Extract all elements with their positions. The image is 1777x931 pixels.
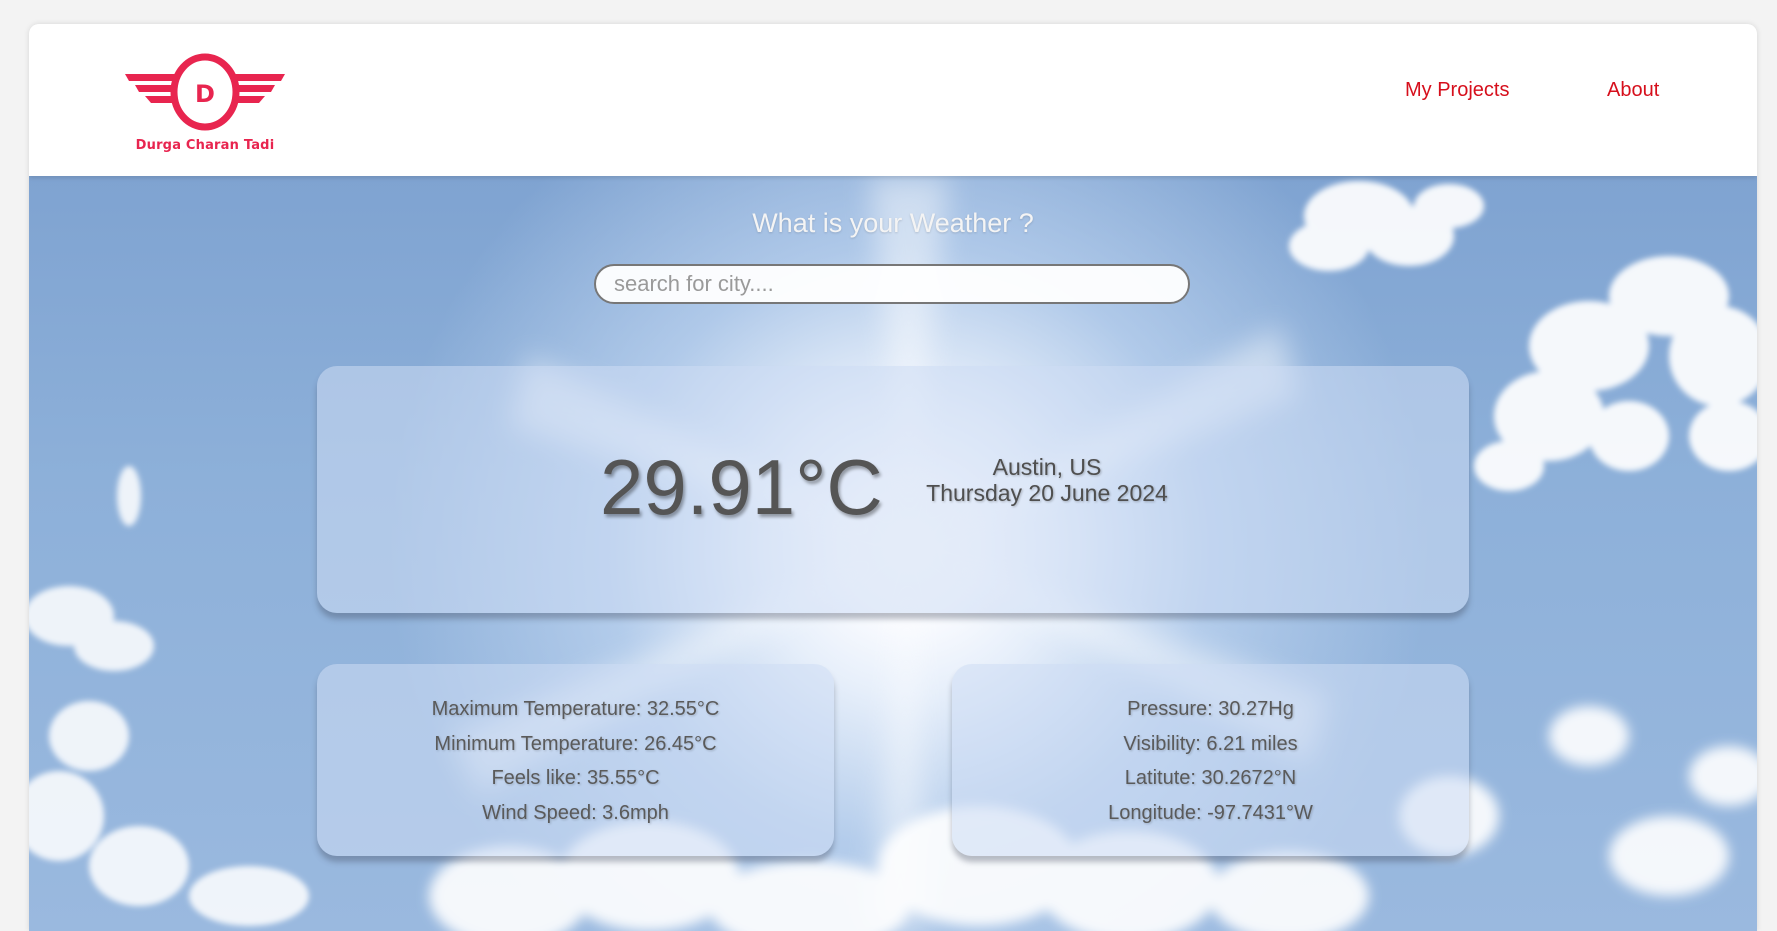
location-label: Austin, US bbox=[992, 454, 1102, 480]
latitude: Latitute: 30.2672°N bbox=[1124, 767, 1297, 789]
brand-logo[interactable]: D Durga Charan Tadi bbox=[125, 52, 285, 162]
feels-like: Feels like: 35.55°C bbox=[491, 767, 660, 789]
min-temperature: Minimum Temperature: 26.45°C bbox=[434, 732, 717, 755]
current-temperature: 29.91°C bbox=[600, 443, 883, 531]
svg-text:D: D bbox=[195, 80, 215, 108]
max-temperature: Maximum Temperature: 32.55°C bbox=[431, 698, 720, 720]
wind-speed: Wind Speed: 3.6mph bbox=[482, 801, 669, 824]
weather-section: What is your Weather ? 29.91°C Austin, U… bbox=[29, 176, 1757, 931]
nav-about-link[interactable]: About bbox=[1607, 79, 1659, 102]
page-frame: D Durga Charan Tadi My Projects About Wh… bbox=[29, 24, 1757, 931]
date-label: Thursday 20 June 2024 bbox=[926, 480, 1168, 506]
visibility: Visibility: 6.21 miles bbox=[1123, 732, 1298, 755]
location-details-list: Pressure: 30.27Hg Visibility: 6.21 miles… bbox=[952, 692, 1469, 830]
temperature-details-card: Maximum Temperature: 32.55°C Minimum Tem… bbox=[317, 664, 834, 856]
navbar: D Durga Charan Tadi My Projects About bbox=[29, 24, 1757, 176]
current-weather-card: 29.91°C Austin, US Thursday 20 June 2024 bbox=[317, 366, 1469, 613]
brand-name: Durga Charan Tadi bbox=[135, 138, 275, 153]
temperature-details-list: Maximum Temperature: 32.55°C Minimum Tem… bbox=[317, 692, 834, 830]
location-details-card: Pressure: 30.27Hg Visibility: 6.21 miles… bbox=[952, 664, 1469, 856]
weather-heading: What is your Weather ? bbox=[752, 208, 1034, 238]
wings-logo-icon: D bbox=[125, 53, 285, 131]
longitude: Longitude: -97.7431°W bbox=[1108, 801, 1313, 824]
location-date-block: Austin, US Thursday 20 June 2024 bbox=[917, 454, 1177, 506]
city-search-input[interactable] bbox=[594, 264, 1190, 304]
nav-my-projects-link[interactable]: My Projects bbox=[1405, 79, 1509, 102]
pressure: Pressure: 30.27Hg bbox=[1127, 698, 1294, 720]
